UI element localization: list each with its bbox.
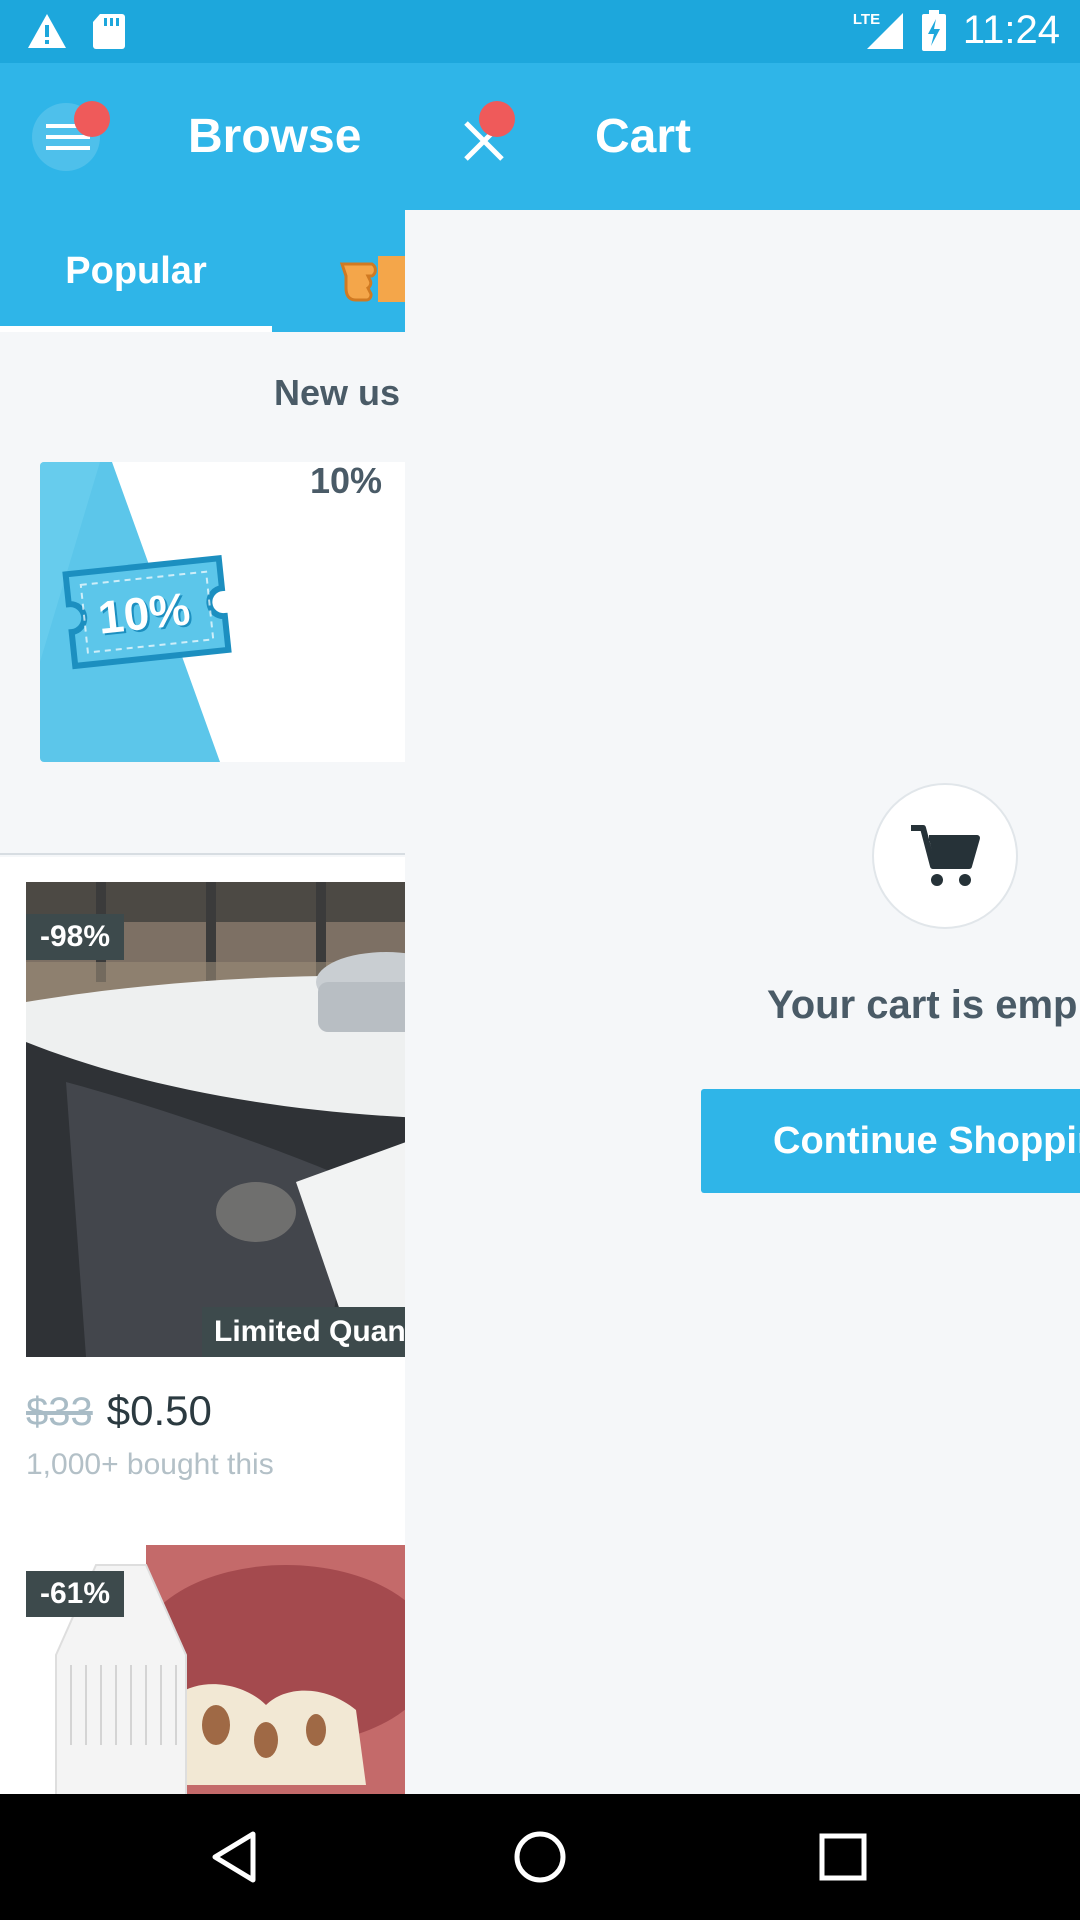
- notification-dot: [74, 101, 110, 137]
- product-card[interactable]: -98% Limited Quanti $33 $0.50 1,000+ bou…: [26, 882, 405, 1542]
- promo-heading: New us: [274, 372, 401, 413]
- sd-card-icon: [93, 14, 125, 49]
- cart-header: Cart: [405, 63, 1080, 210]
- empty-cart-message: Your cart is emp: [767, 983, 1078, 1027]
- signal-icon: LTE: [853, 11, 905, 51]
- price-row: $33 $0.50: [26, 1387, 212, 1435]
- notification-dot: [479, 101, 515, 137]
- clock: 11:24: [962, 8, 1060, 52]
- coupon-card[interactable]: 10%: [40, 462, 405, 762]
- tab-popular[interactable]: Popular: [0, 210, 272, 332]
- back-icon[interactable]: [203, 1824, 269, 1890]
- product-image: -61%: [26, 1545, 405, 1794]
- tab-bar: Popular: [0, 210, 405, 332]
- sale-price: $0.50: [106, 1387, 212, 1434]
- original-price: $33: [26, 1390, 93, 1434]
- coupon-graphic: [40, 462, 232, 762]
- coupon-text: 10%: [310, 460, 383, 501]
- cart-drawer: Cart Your cart is emp Continue Shoppin: [405, 63, 1080, 1794]
- discount-badge: -98%: [26, 914, 125, 960]
- continue-shopping-button[interactable]: Continue Shoppin: [701, 1089, 1080, 1193]
- system-nav-bar: [0, 1794, 1080, 1920]
- limited-quantity-badge: Limited Quanti: [202, 1307, 405, 1357]
- promo-section: New us 10% 10%: [0, 332, 405, 857]
- product-card[interactable]: -61%: [26, 1545, 405, 1794]
- empty-cart-illustration: [872, 783, 1018, 929]
- coupon-badge-text: 10%: [95, 582, 193, 644]
- status-bar: LTE 11:24: [0, 0, 1080, 63]
- pointing-hand-icon: [339, 256, 405, 302]
- battery-charging-icon: [921, 9, 946, 51]
- home-icon[interactable]: [507, 1824, 573, 1890]
- browse-screen: Browse Popular New us 10% 10% -98% Limit…: [0, 63, 405, 1794]
- browse-header: Browse: [0, 63, 405, 210]
- divider: [0, 853, 405, 855]
- warning-icon: [28, 14, 66, 48]
- recents-icon[interactable]: [810, 1824, 876, 1890]
- cart-title: Cart: [595, 110, 692, 163]
- product-image: -98% Limited Quanti: [26, 882, 405, 1357]
- bought-count: 1,000+ bought this: [26, 1448, 274, 1481]
- shopping-cart-icon: [911, 825, 980, 886]
- page-title: Browse: [188, 110, 362, 163]
- discount-badge: -61%: [26, 1571, 125, 1617]
